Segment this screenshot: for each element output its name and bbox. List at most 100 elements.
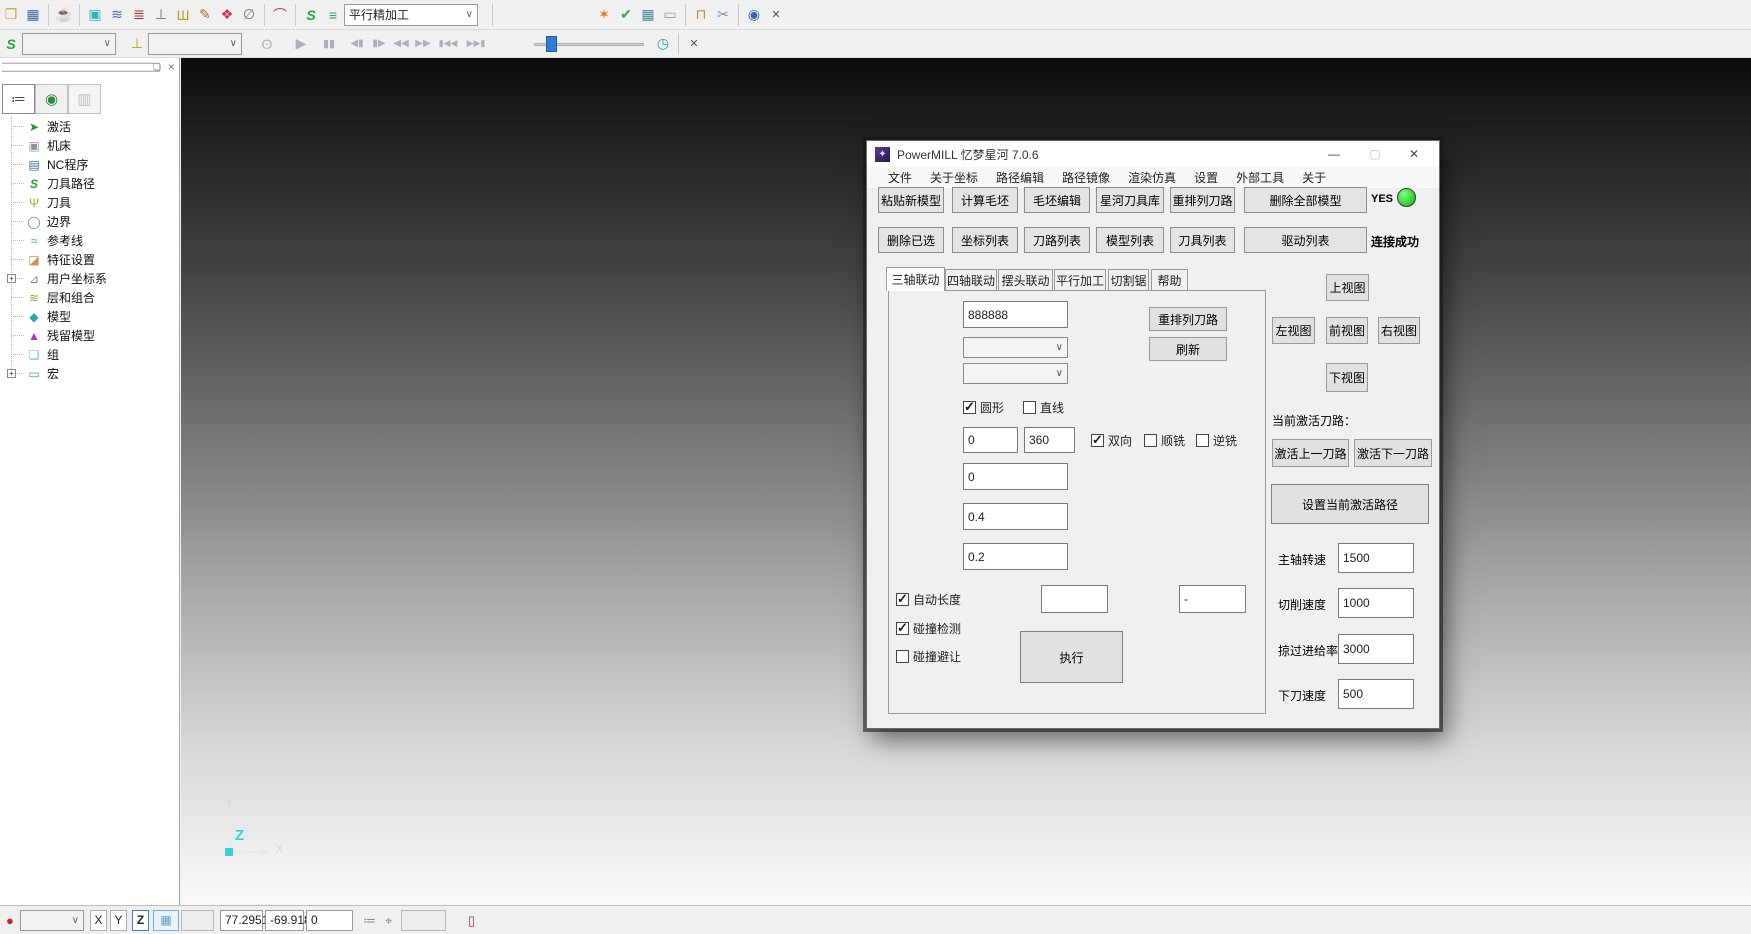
tab-head-tilt[interactable]: 摆头联动 [998, 269, 1053, 291]
tool-library-button[interactable]: 星河刀具库 [1096, 187, 1164, 213]
tree-item-stock-models[interactable]: ▲残留模型 [6, 326, 177, 345]
menu-path-edit[interactable]: 路径编辑 [987, 167, 1053, 189]
tab-explorer-tree[interactable]: ≔ [2, 84, 35, 114]
checkbox[interactable] [963, 401, 976, 414]
model-list-button[interactable]: 模型列表 [1096, 227, 1164, 253]
tree-item-feature-sets[interactable]: ◪特征设置 [6, 250, 177, 269]
minimize-button[interactable]: — [1317, 141, 1351, 167]
base-coord-combobox[interactable]: ∨ [963, 337, 1068, 358]
tree-item-macros[interactable]: +▭宏 [6, 364, 177, 383]
step-back-icon[interactable]: ◀▮ [346, 33, 368, 55]
circle-checkbox[interactable]: 圆形 [963, 399, 1004, 416]
go-to-end-icon[interactable]: ▶▶▮ [462, 33, 490, 55]
execute-button[interactable]: 执行 [1020, 631, 1123, 683]
bottom-view-button[interactable]: 下视图 [1326, 363, 1368, 392]
light-bulb-icon[interactable]: ʘ [256, 33, 278, 55]
menu-path-mirror[interactable]: 路径镜像 [1053, 167, 1119, 189]
tab-4axis[interactable]: 四轴联动 [945, 269, 997, 291]
bidirectional-checkbox[interactable]: 双向 [1091, 432, 1132, 449]
x-lock-button[interactable]: X [90, 910, 107, 931]
strategy-combobox[interactable]: 平行精加工 ∨ [344, 4, 478, 26]
collision-check-icon[interactable]: ⌒ [269, 4, 291, 26]
skim-feed-input[interactable]: 3000 [1338, 634, 1414, 664]
tolerance-input[interactable]: 0.2 [963, 543, 1068, 570]
z-lock-button[interactable]: Z [132, 910, 149, 931]
toolpath-name-input[interactable]: 888888 [963, 301, 1068, 328]
conventional-mill-checkbox[interactable]: 逆铣 [1196, 432, 1237, 449]
plunge-feed-input[interactable]: 500 [1338, 679, 1414, 709]
menu-settings[interactable]: 设置 [1185, 167, 1227, 189]
sim-toolpath-combobox[interactable]: ∨ [22, 33, 116, 55]
tree-item-workplanes[interactable]: +⊿用户坐标系 [6, 269, 177, 288]
tool-check-icon[interactable]: ✔ [615, 4, 637, 26]
measure-field[interactable] [401, 910, 446, 931]
toolpath-strategy-icon[interactable]: ≋ [106, 4, 128, 26]
delete-all-models-button[interactable]: 删除全部模型 [1244, 187, 1367, 213]
toolbar-gripper[interactable] [2, 69, 160, 72]
grid-snap-button[interactable]: ▦ [153, 910, 179, 931]
powermill-logo-icon[interactable]: S [300, 4, 322, 26]
strategy-list-icon[interactable]: ≡ [322, 4, 344, 26]
left-view-button[interactable]: 左视图 [1272, 317, 1315, 344]
play-icon[interactable]: ▶ [290, 33, 312, 55]
cursor-x-field[interactable]: 77.2951 [220, 910, 263, 931]
sim-speed-slider[interactable] [534, 35, 644, 53]
refresh-button[interactable]: 刷新 [1149, 337, 1227, 361]
grid-size-field[interactable] [181, 910, 214, 931]
menu-render-sim[interactable]: 渲染仿真 [1119, 167, 1185, 189]
clock-icon[interactable]: ◷ [652, 33, 674, 55]
step-forward-icon[interactable]: ▮▶ [368, 33, 390, 55]
leads-links-icon[interactable]: Ш [172, 4, 194, 26]
sim-tool-combobox[interactable]: ∨ [148, 33, 242, 55]
tree-item-nc-programs[interactable]: ▤NC程序 [6, 155, 177, 174]
spindle-speed-input[interactable]: 1500 [1338, 543, 1414, 573]
block-edit-button[interactable]: 毛坯编辑 [1024, 187, 1090, 213]
tab-3axis[interactable]: 三轴联动 [886, 267, 945, 291]
cylinders-icon[interactable]: ◉ [743, 4, 765, 26]
tree-item-boundaries[interactable]: ◯边界 [6, 212, 177, 231]
angle-to-input[interactable]: 360 [1024, 427, 1075, 453]
open-project-icon[interactable]: ❐ [0, 4, 22, 26]
paste-new-model-button[interactable]: 粘贴新模型 [878, 187, 944, 213]
rewind-icon[interactable]: ◀◀ [390, 33, 412, 55]
collision-avoid-checkbox[interactable]: 碰撞避让 [896, 648, 961, 665]
sim-toolbar-close-icon[interactable]: ✕ [683, 33, 705, 55]
tab-recycle-bin[interactable]: ▥ [68, 84, 101, 114]
auto-length-checkbox[interactable]: 自动长度 [896, 591, 961, 608]
line-checkbox[interactable]: 直线 [1023, 399, 1064, 416]
toolpath-list-button[interactable]: 刀路列表 [1024, 227, 1090, 253]
checkbox[interactable] [1091, 434, 1104, 447]
checkbox[interactable] [896, 650, 909, 663]
save-project-icon[interactable]: ▦ [22, 4, 44, 26]
activate-next-toolpath-button[interactable]: 激活下一刀路 [1354, 439, 1432, 467]
calc-block-button[interactable]: 计算毛坯 [952, 187, 1018, 213]
checkbox[interactable] [1144, 434, 1157, 447]
set-active-path-button[interactable]: 设置当前激活路径 [1271, 484, 1429, 524]
use-tool-combobox[interactable]: ∨ [963, 363, 1068, 384]
tab-parallel[interactable]: 平行加工 [1054, 269, 1106, 291]
climb-mill-checkbox[interactable]: 顺铣 [1144, 432, 1185, 449]
tab-saw[interactable]: 切割锯 [1108, 269, 1149, 291]
tree-item-patterns[interactable]: ≈参考线 [6, 231, 177, 250]
menu-external-tools[interactable]: 外部工具 [1227, 167, 1293, 189]
drive-list-button[interactable]: 驱动列表 [1244, 227, 1367, 253]
front-view-button[interactable]: 前视图 [1326, 317, 1368, 344]
cursor-y-field[interactable]: -69.918 [265, 910, 304, 931]
ruler-icon[interactable]: ▭ [659, 4, 681, 26]
feedrate-icon[interactable]: ≣ [128, 4, 150, 26]
expand-icon[interactable]: + [7, 274, 16, 283]
tree-item-activate[interactable]: ➤激活 [6, 117, 177, 136]
maximize-button[interactable]: ▢ [1358, 141, 1392, 167]
pause-icon[interactable]: ▮▮ [318, 33, 340, 55]
rearrange-toolpaths-button[interactable]: 重排列刀路 [1170, 187, 1235, 213]
tool-list-button[interactable]: 刀具列表 [1170, 227, 1235, 253]
collision-check-checkbox[interactable]: 碰撞检测 [896, 620, 961, 637]
record-dot-icon[interactable]: ● [6, 910, 14, 931]
tree-item-machine[interactable]: ▣机床 [6, 136, 177, 155]
checkbox[interactable] [1196, 434, 1209, 447]
angle-from-input[interactable]: 0 [963, 427, 1018, 453]
block-icon[interactable]: ▣ [84, 4, 106, 26]
cutting-feed-input[interactable]: 1000 [1338, 588, 1414, 618]
slider-handle[interactable] [546, 36, 557, 52]
end-point-input[interactable]: - [1179, 585, 1246, 613]
